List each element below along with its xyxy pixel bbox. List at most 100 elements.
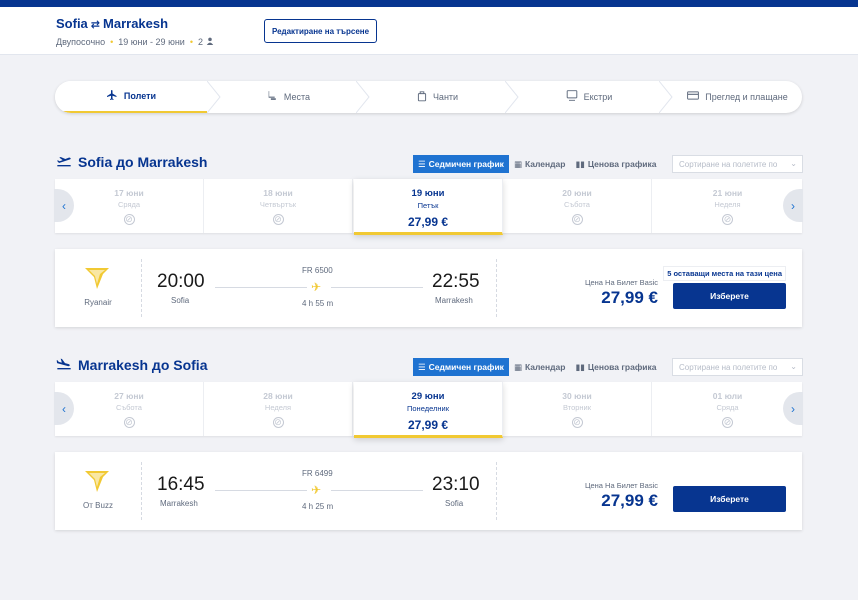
bar-chart-icon: ▮▮ — [575, 158, 585, 169]
flight-number: FR 6500 — [302, 266, 333, 275]
flight-duration: 4 h 55 m — [302, 299, 334, 308]
chevron-left-icon: ‹ — [62, 401, 66, 416]
tab-calendar[interactable]: ▦ Календар — [509, 358, 571, 376]
bag-icon — [417, 90, 427, 105]
date-weekday: Събота — [564, 200, 590, 209]
bar-chart-icon: ▮▮ — [575, 361, 585, 372]
airline-harp-logo-icon — [85, 471, 109, 492]
date-cell-selected[interactable]: 19 юни Петък 27,99 € — [354, 179, 503, 235]
inbound-date-strip: 27 юни Събота ⊘ 28 юни Неделя ⊘ 29 юни П… — [54, 382, 803, 438]
tab-weekly-schedule[interactable]: ☰ Седмичен график — [413, 358, 509, 376]
tab-label: Седмичен график — [428, 362, 504, 372]
date-cell[interactable]: 01 юли Сряда ⊘ — [653, 382, 802, 436]
date-cell[interactable]: 18 юни Четвъртък ⊘ — [204, 179, 353, 233]
tab-label: Календар — [524, 159, 566, 169]
no-flight-icon: ⊘ — [123, 214, 135, 225]
step-bags[interactable]: Чанти — [370, 81, 505, 113]
route-title: Sofia ⇄ Marrakesh — [56, 16, 168, 31]
trip-type: Двупосочно — [56, 37, 106, 47]
divider — [141, 259, 142, 317]
date-cell[interactable]: 30 юни Вторник ⊘ — [503, 382, 652, 436]
step-extras[interactable]: Екстри — [519, 81, 659, 113]
date-day: 28 юни — [263, 391, 293, 401]
outbound-date-strip: 17 юни Сряда ⊘ 18 юни Четвъртък ⊘ 19 юни… — [54, 179, 803, 235]
date-day: 27 юни — [114, 391, 144, 401]
list-icon: ☰ — [418, 361, 426, 372]
arrival-city: Sofia — [445, 499, 464, 508]
tab-label: Ценова графика — [587, 362, 657, 372]
no-flight-icon: ⊘ — [272, 214, 284, 225]
date-day: 18 юни — [263, 188, 293, 198]
step-review-payment[interactable]: Преглед и плащане — [673, 81, 802, 113]
no-flight-icon: ⊘ — [272, 417, 284, 428]
calendar-icon: ▦ — [513, 361, 522, 372]
route-line — [215, 287, 307, 288]
chevron-right-icon: › — [791, 198, 795, 213]
date-cell[interactable]: 28 юни Неделя ⊘ — [204, 382, 353, 436]
search-summary-header: Sofia ⇄ Marrakesh Двупосочно • 19 юни - 29 ю… — [0, 7, 858, 55]
date-cell[interactable]: 21 юни Неделя ⊘ — [653, 179, 802, 233]
step-chevron — [659, 81, 673, 113]
trip-dates: 19 юни - 29 юни — [118, 37, 185, 47]
date-cell[interactable]: 17 юни Сряда ⊘ — [55, 179, 204, 233]
step-chevron — [505, 81, 519, 113]
sort-flights-select[interactable]: Сортиране на полетите по ⌄ — [672, 155, 803, 173]
select-flight-button[interactable]: Изберете — [673, 283, 786, 309]
airline-name: От Buzz — [83, 501, 113, 510]
step-seats[interactable]: Места — [221, 81, 356, 113]
date-weekday: Петък — [417, 201, 439, 210]
date-weekday: Неделя — [264, 403, 292, 412]
select-flight-button[interactable]: Изберете — [673, 486, 786, 512]
extras-icon — [566, 90, 578, 104]
tab-label: Календар — [524, 362, 566, 372]
date-price: 27,99 € — [407, 418, 449, 432]
inbound-title: Marrakesh до Sofia — [56, 357, 208, 373]
date-cell[interactable]: 27 юни Събота ⊘ — [55, 382, 204, 436]
step-flights[interactable]: Полети — [55, 81, 207, 113]
arrival-city: Marrakesh — [435, 296, 473, 305]
date-weekday: Събота — [116, 403, 142, 412]
arrival-time: 23:10 — [432, 474, 480, 495]
no-flight-icon: ⊘ — [722, 214, 733, 225]
search-meta: Двупосочно • 19 юни - 29 юни • 2 — [56, 37, 214, 47]
sort-flights-select[interactable]: Сортиране на полетите по ⌄ — [672, 358, 803, 376]
person-icon — [206, 37, 214, 47]
card-icon — [687, 91, 700, 103]
fare-type: Цена На Билет Basic — [584, 481, 658, 490]
date-weekday: Неделя — [714, 200, 741, 209]
airline-name: Ryanair — [84, 298, 112, 307]
route-line — [215, 490, 307, 491]
date-weekday: Четвъртък — [259, 200, 297, 209]
date-weekday: Сряда — [716, 403, 739, 412]
route-plane-icon: ✈ — [311, 483, 322, 497]
tab-weekly-schedule[interactable]: ☰ Седмичен график — [413, 155, 509, 173]
date-cell[interactable]: 20 юни Събота ⊘ — [503, 179, 652, 233]
route-line — [331, 490, 423, 491]
inbound-title-text: Marrakesh до Sofia — [78, 357, 208, 373]
step-label: Преглед и плащане — [705, 92, 788, 102]
tab-price-chart[interactable]: ▮▮ Ценова графика — [570, 358, 661, 376]
top-brand-bar — [0, 0, 858, 7]
step-chevron — [356, 81, 370, 113]
calendar-icon: ▦ — [513, 158, 522, 169]
date-price: 27,99 € — [407, 215, 449, 229]
origin-city: Sofia — [56, 16, 88, 31]
seat-icon — [267, 90, 278, 104]
list-icon: ☰ — [418, 158, 426, 169]
outbound-title: Sofia до Marrakesh — [56, 154, 208, 170]
inbound-view-tabs: ☰ Седмичен график ▦ Календар ▮▮ Ценова граф… — [413, 358, 662, 376]
chevron-down-icon: ⌄ — [790, 159, 797, 168]
fare-price: 27,99 € — [601, 491, 658, 510]
edit-search-button[interactable]: Редактиране на търсене — [264, 19, 377, 43]
step-chevron — [207, 81, 221, 113]
date-cell-selected[interactable]: 29 юни Понеделник 27,99 € — [354, 382, 503, 438]
departure-time: 20:00 — [157, 271, 205, 292]
departure-city: Sofia — [171, 296, 190, 305]
tab-calendar[interactable]: ▦ Календар — [509, 155, 571, 173]
fare-type: Цена На Билет Basic — [584, 278, 658, 287]
tab-label: Седмичен график — [428, 159, 504, 169]
chevron-down-icon: ⌄ — [790, 362, 797, 371]
tab-price-chart[interactable]: ▮▮ Ценова графика — [570, 155, 661, 173]
date-day: 29 юни — [411, 391, 445, 402]
seats-left-badge: 5 оставащи места на тази цена — [663, 266, 786, 281]
